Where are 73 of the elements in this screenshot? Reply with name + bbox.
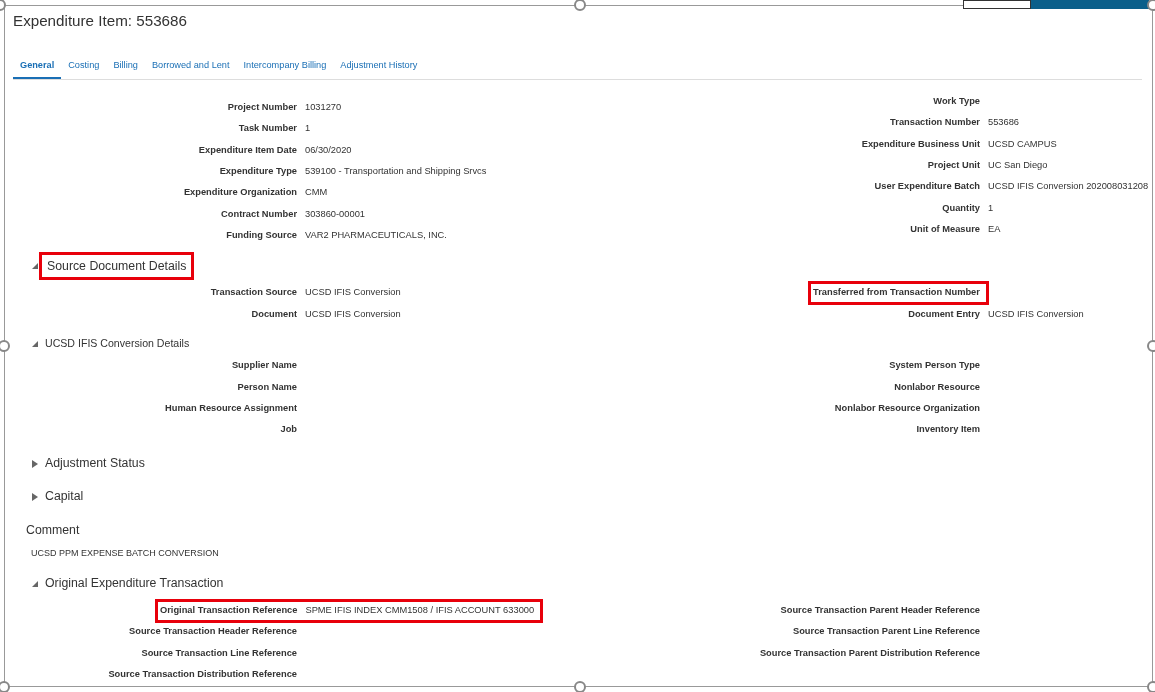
- field-label: Nonlabor Resource: [893, 380, 980, 394]
- field-label: Expenditure Organization: [182, 186, 297, 200]
- field-value: UCSD IFIS Conversion 202008031208: [988, 180, 1149, 194]
- toolbar-button-edge[interactable]: [963, 0, 1149, 9]
- field-label: User Expenditure Batch: [873, 180, 980, 194]
- field-value: 06/30/2020: [305, 143, 352, 157]
- field-label: Source Transaction Line Reference: [140, 646, 297, 660]
- comment-text: UCSD PPM EXPENSE BATCH CONVERSION: [30, 547, 220, 561]
- field-value: CMM: [305, 186, 328, 200]
- collapse-triangle-icon[interactable]: [31, 579, 39, 588]
- page-title: Expenditure Item: 553686: [13, 10, 188, 31]
- field-label: Project Number: [226, 100, 297, 114]
- field-label: Work Type: [932, 94, 980, 108]
- field-value: UCSD IFIS Conversion: [988, 307, 1084, 321]
- field-label: Expenditure Item Date: [197, 143, 297, 157]
- field-label: Nonlabor Resource Organization: [833, 402, 980, 415]
- field-label: Document Entry: [907, 307, 980, 321]
- field-label: Unit of Measure: [909, 223, 980, 237]
- tab[interactable]: General: [13, 54, 62, 79]
- resize-handle[interactable]: [0, 681, 10, 692]
- field-label: Document: [250, 307, 297, 321]
- field-label: Supplier Name: [230, 359, 297, 373]
- resize-handle[interactable]: [0, 340, 10, 352]
- field-value: UCSD IFIS Conversion: [305, 286, 401, 300]
- field-label: Task Number: [237, 122, 297, 136]
- field-value: 1: [305, 122, 311, 136]
- field-value: UC San Diego: [988, 158, 1048, 172]
- tab[interactable]: Costing: [61, 54, 107, 79]
- field-label: Project Unit: [926, 158, 980, 172]
- section-title[interactable]: Original Expenditure Transaction: [45, 574, 224, 593]
- field-label: Source Transaction Parent Line Reference: [791, 625, 980, 639]
- expand-triangle-icon[interactable]: [31, 458, 39, 469]
- collapse-triangle-icon[interactable]: [31, 339, 39, 348]
- field-label: Transaction Number: [889, 116, 980, 130]
- section-title[interactable]: UCSD IFIS Conversion Details: [45, 335, 190, 352]
- field-value: EA: [988, 223, 1001, 237]
- tab[interactable]: Billing: [106, 54, 145, 79]
- field-label: Source Transaction Parent Distribution Reference: [758, 646, 980, 660]
- expand-triangle-icon[interactable]: [31, 491, 39, 502]
- resize-handle[interactable]: [574, 681, 586, 692]
- tab[interactable]: Adjustment History: [333, 54, 425, 79]
- field-label: Inventory Item: [915, 423, 980, 437]
- field-label: Source Transaction Header Reference: [128, 625, 297, 639]
- field-label: Transferred from Transaction Number: [813, 286, 980, 300]
- field-label: Expenditure Business Unit: [860, 137, 980, 151]
- section-title[interactable]: Adjustment Status: [45, 454, 145, 473]
- collapse-triangle-icon[interactable]: [31, 262, 39, 271]
- field-value: SPME IFIS INDEX CMM1508 / IFIS ACCOUNT 633000: [305, 603, 535, 617]
- tab[interactable]: Borrowed and Lent: [144, 54, 237, 79]
- field-value: UCSD IFIS Conversion: [305, 307, 401, 321]
- field-label: System Person Type: [888, 359, 980, 373]
- field-value: 303860-00001: [305, 207, 365, 221]
- field-label: Source Transaction Parent Header Reference: [779, 603, 980, 617]
- field-label: Job: [279, 423, 297, 437]
- field-label: Source Transaction Distribution Reference: [107, 667, 297, 681]
- field-label: Human Resource Assignment: [164, 402, 297, 415]
- field-label: Expenditure Type: [218, 164, 297, 178]
- field-value: VAR2 PHARMACEUTICALS, INC.: [305, 229, 447, 243]
- tab[interactable]: Intercompany Billing: [236, 54, 334, 79]
- field-value: UCSD CAMPUS: [988, 137, 1057, 151]
- field-label: Original Transaction Reference: [160, 603, 298, 617]
- field-label: Quantity: [941, 201, 980, 215]
- field-label: Funding Source: [225, 229, 297, 243]
- field-label: Person Name: [236, 380, 297, 394]
- section-title[interactable]: Capital: [45, 487, 84, 506]
- field-value: 553686: [988, 116, 1020, 130]
- field-value: 1: [988, 201, 994, 215]
- resize-handle[interactable]: [574, 0, 586, 11]
- field-value: 1031270: [305, 100, 342, 114]
- section-heading: Comment: [26, 521, 81, 539]
- field-value: 539100 - Transportation and Shipping Srvcs: [305, 164, 487, 178]
- field-label: Transaction Source: [209, 286, 297, 300]
- field-label: Contract Number: [220, 207, 297, 221]
